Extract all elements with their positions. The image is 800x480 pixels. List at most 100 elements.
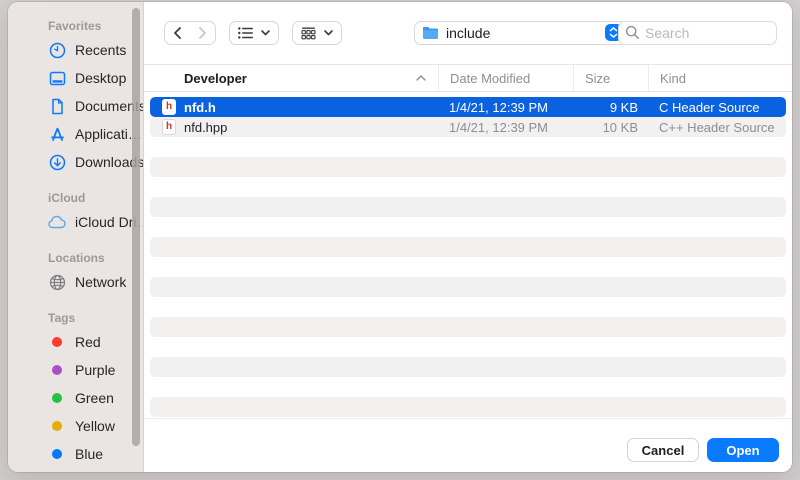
file-name: nfd.h — [184, 100, 216, 115]
empty-row — [150, 237, 786, 257]
sidebar-item-all-tags[interactable]: All Tags — [8, 468, 143, 472]
empty-row — [150, 277, 786, 297]
desktop-icon — [48, 69, 66, 87]
table-row[interactable]: h nfd.hpp 1/4/21, 12:39 PM 10 KB C++ Hea… — [150, 117, 786, 137]
search-field-wrap — [618, 21, 777, 45]
folder-icon — [422, 26, 439, 40]
empty-row — [150, 217, 786, 237]
back-button[interactable] — [165, 27, 190, 39]
chevron-down-icon — [324, 30, 333, 36]
column-header-size[interactable]: Size — [573, 65, 648, 91]
empty-row — [150, 317, 786, 337]
downloads-icon — [48, 153, 66, 171]
search-input[interactable] — [618, 21, 777, 45]
tag-dot-icon — [48, 333, 66, 351]
list-view-button[interactable] — [229, 21, 279, 45]
tag-dot-icon — [48, 417, 66, 435]
empty-row — [150, 397, 786, 417]
sidebar-item-label: Green — [75, 390, 114, 406]
sidebar-item-green[interactable]: Green — [8, 384, 143, 412]
tag-dot-icon — [48, 389, 66, 407]
sidebar-section-title: iCloud — [8, 188, 143, 208]
sidebar-item-label: Desktop — [75, 70, 126, 86]
empty-row — [150, 137, 786, 157]
sidebar-section-title: Favorites — [8, 16, 143, 36]
sidebar-sections: Favorites Recents Desktop DocumentsApplicat… — [8, 16, 143, 472]
sidebar-item-label: Network — [75, 274, 126, 290]
sidebar-section-title: Tags — [8, 308, 143, 328]
file-kind: C Header Source — [648, 100, 786, 115]
main-panel: include Developer Date Modified Size — [144, 2, 792, 472]
sidebar-item-recents[interactable]: Recents — [8, 36, 143, 64]
empty-row — [150, 357, 786, 377]
sidebar-item-applicati[interactable]: Applicati… — [8, 120, 143, 148]
header-file-icon: h — [162, 119, 176, 135]
location-dropdown[interactable]: include — [414, 21, 627, 45]
empty-row — [150, 257, 786, 277]
file-kind: C++ Header Source — [648, 120, 786, 135]
column-header-row: Developer Date Modified Size Kind — [144, 64, 792, 92]
header-file-icon: h — [162, 99, 176, 115]
sidebar-item-label: Yellow — [75, 418, 115, 434]
document-icon — [48, 97, 66, 115]
finder-sidebar: Favorites Recents Desktop DocumentsApplicat… — [8, 2, 144, 472]
sidebar-item-icloud-dri[interactable]: iCloud Dri… — [8, 208, 143, 236]
network-globe-icon — [48, 273, 66, 291]
list-view-icon — [238, 27, 253, 39]
file-date-modified: 1/4/21, 12:39 PM — [438, 120, 573, 135]
chevron-right-icon — [198, 27, 207, 39]
dialog-footer: Cancel Open — [144, 418, 792, 472]
tag-dot-icon — [48, 445, 66, 463]
table-row[interactable]: h nfd.h 1/4/21, 12:39 PM 9 KB C Header S… — [150, 97, 786, 117]
empty-row — [150, 377, 786, 397]
empty-row — [150, 177, 786, 197]
sidebar-item-downloads[interactable]: Downloads — [8, 148, 143, 176]
sidebar-item-network[interactable]: Network — [8, 268, 143, 296]
sidebar-item-label: Blue — [75, 446, 103, 462]
column-header-kind[interactable]: Kind — [648, 65, 792, 91]
sort-ascending-icon — [416, 75, 426, 81]
file-size: 9 KB — [573, 100, 648, 115]
column-header-developer[interactable]: Developer — [144, 65, 438, 91]
sidebar-item-label: Purple — [75, 362, 115, 378]
history-nav-segment — [164, 21, 216, 45]
tag-dot-icon — [48, 361, 66, 379]
empty-row — [150, 197, 786, 217]
clock-icon — [48, 41, 66, 59]
sidebar-item-label: Red — [75, 334, 101, 350]
forward-button[interactable] — [190, 27, 215, 39]
file-date-modified: 1/4/21, 12:39 PM — [438, 100, 573, 115]
sidebar-item-documents[interactable]: Documents — [8, 92, 143, 120]
sidebar-item-red[interactable]: Red — [8, 328, 143, 356]
chevron-left-icon — [173, 27, 182, 39]
open-file-dialog: Favorites Recents Desktop DocumentsApplicat… — [8, 2, 792, 472]
sidebar-section-icloud: iCloudiCloud Dri… — [8, 188, 143, 236]
sidebar-section-favorites: Favorites Recents Desktop DocumentsApplicat… — [8, 16, 143, 176]
sidebar-item-desktop[interactable]: Desktop — [8, 64, 143, 92]
file-list: h nfd.h 1/4/21, 12:39 PM 9 KB C Header S… — [144, 92, 792, 418]
location-dropdown-value: include — [446, 25, 490, 41]
sidebar-item-purple[interactable]: Purple — [8, 356, 143, 384]
empty-row — [150, 337, 786, 357]
search-icon — [625, 25, 640, 40]
sidebar-section-title: Locations — [8, 248, 143, 268]
group-view-icon — [301, 27, 316, 40]
sidebar-item-blue[interactable]: Blue — [8, 440, 143, 468]
icloud-drive-icon — [48, 213, 66, 231]
file-size: 10 KB — [573, 120, 648, 135]
sidebar-scrollbar[interactable] — [132, 8, 140, 446]
empty-row — [150, 157, 786, 177]
sidebar-section-tags: Tags Red Purple Green Yellow Blue All Tags — [8, 308, 143, 472]
column-header-date-modified[interactable]: Date Modified — [438, 65, 573, 91]
open-button[interactable]: Open — [707, 438, 779, 462]
sidebar-section-locations: Locations Network — [8, 248, 143, 296]
sidebar-item-yellow[interactable]: Yellow — [8, 412, 143, 440]
toolbar: include — [144, 2, 792, 64]
applications-icon — [48, 125, 66, 143]
file-name: nfd.hpp — [184, 120, 227, 135]
sidebar-item-label: Recents — [75, 42, 126, 58]
chevron-down-icon — [261, 30, 270, 36]
cancel-button[interactable]: Cancel — [627, 438, 699, 462]
group-view-button[interactable] — [292, 21, 342, 45]
empty-row — [150, 297, 786, 317]
